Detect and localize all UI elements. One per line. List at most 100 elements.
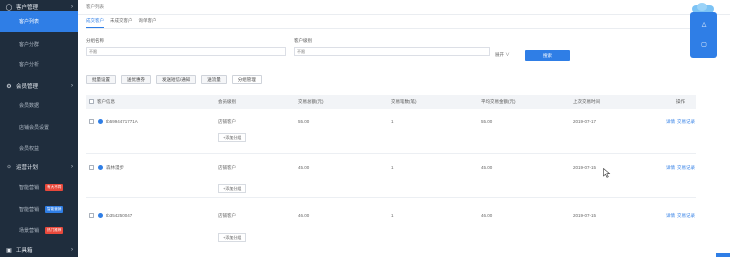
total-amount: 45.00 [298, 165, 310, 170]
sidebar-item-strategy[interactable]: 场景营销 热门推荐 [0, 220, 78, 241]
customer-name: tb5994471771A [106, 119, 138, 124]
trade-record-link[interactable]: 交易记录 [677, 213, 695, 219]
sidebar-item-label: 客户列表 [19, 19, 40, 25]
sidebar-item-label: 智能营销 [19, 185, 40, 191]
column-header: 交易笔数(笔) [391, 99, 417, 104]
customer-name: 森林漫步 [106, 165, 124, 170]
tab-closed-customers[interactable]: 成交客户 [86, 18, 104, 28]
detail-link[interactable]: 详情 [666, 213, 675, 219]
avatar [98, 165, 103, 170]
group-filter-input[interactable] [86, 47, 286, 56]
tab-bar: 成交客户 未成交客户 询单客户 [86, 18, 157, 28]
sidebar-item-label: 客户分析 [19, 62, 40, 68]
send-coupon-button[interactable]: 送优惠券 [121, 75, 151, 84]
add-group-button[interactable]: +添加分组 [218, 233, 247, 242]
row-checkbox[interactable] [89, 213, 94, 218]
sidebar-group-label: 运营计划 [16, 165, 39, 171]
column-header: 上次交易时间 [573, 99, 600, 104]
status-badge: 有大不同 [45, 184, 64, 191]
sidebar-item-auto-campaign[interactable]: 智能营销 智能营销 [0, 199, 78, 220]
sidebar-item-member-rights[interactable]: 会员权益 [0, 138, 78, 159]
column-header: 交易总额(元) [298, 99, 324, 104]
tab-inquiry-customers[interactable]: 询单客户 [139, 18, 157, 28]
trade-count: 1 [391, 119, 394, 124]
trade-record-link[interactable]: 交易记录 [677, 119, 695, 125]
toolbox-icon: ▣ [6, 247, 12, 254]
add-group-button[interactable]: +添加分组 [218, 184, 247, 193]
last-trade-time: 2019-07-15 [573, 165, 597, 170]
breadcrumb: 客户列表 [86, 4, 104, 9]
divider [86, 28, 694, 29]
send-sms-button[interactable]: 发送短信/通知 [156, 75, 197, 84]
chevron-right-icon: › [71, 247, 73, 253]
floating-toolbar: △ ▢ [690, 12, 717, 58]
sidebar-group-label: 工具箱 [16, 248, 33, 254]
sidebar-group-label: 会员管理 [16, 84, 39, 90]
mouse-cursor-icon [603, 168, 611, 178]
message-icon[interactable]: ▢ [700, 41, 708, 48]
expand-label: 展开 [495, 52, 504, 57]
chevron-right-icon: › [71, 164, 73, 170]
customer-name: tb354250047 [106, 213, 133, 218]
trade-record-link[interactable]: 交易记录 [677, 165, 695, 171]
table-header: 客户信息 会员级别 交易总额(元) 交易笔数(笔) 平均交易金额(元) 上次交易… [86, 95, 696, 109]
main-content: 客户列表 成交客户 未成交客户 询单客户 分组名称 客户级别 展开 ∨ 搜索 批… [78, 0, 730, 257]
select-all-checkbox[interactable] [89, 99, 94, 104]
avatar [98, 213, 103, 218]
last-trade-time: 2019-07-17 [573, 119, 597, 124]
total-amount: 55.00 [298, 119, 310, 124]
chevron-right-icon: › [71, 83, 73, 89]
chevron-down-icon: ∨ [505, 52, 510, 57]
sidebar-item-smart-plan[interactable]: 智能营销 有大不同 [0, 177, 78, 198]
status-badge: 热门推荐 [45, 227, 64, 234]
level-filter-input[interactable] [294, 47, 490, 56]
bulb-icon: ☼ [6, 164, 12, 170]
sidebar-item-customer-analysis[interactable]: 客户分析 [0, 54, 78, 75]
column-header: 客户信息 [97, 99, 115, 104]
customer-icon: ◯ [5, 4, 13, 11]
sidebar-item-label: 会员权益 [19, 146, 40, 152]
sidebar-item-member-benefits[interactable]: 店铺会员设置 [0, 117, 78, 138]
group-manage-button[interactable]: 分组管理 [231, 75, 262, 84]
chevron-right-icon: › [71, 4, 73, 10]
member-level: 店铺客户 [218, 165, 236, 170]
batch-set-button[interactable]: 批量设置 [86, 75, 116, 84]
send-traffic-button[interactable]: 送流量 [201, 75, 227, 84]
member-level: 店铺客户 [218, 213, 236, 218]
trade-count: 1 [391, 165, 394, 170]
sidebar-group-tools[interactable]: ▣ 工具箱 › [0, 243, 78, 257]
column-header: 会员级别 [218, 99, 236, 104]
sidebar-item-label: 场景营销 [19, 228, 40, 234]
toolbar: 批量设置 送优惠券 发送短信/通知 送流量 分组管理 [86, 75, 262, 84]
avg-amount: 55.00 [481, 119, 493, 124]
corner-marker [716, 253, 730, 257]
table-row: tb5994471771A 店铺客户 55.00 1 55.00 2019-07… [86, 111, 696, 154]
detail-link[interactable]: 详情 [666, 119, 675, 125]
avg-amount: 46.00 [481, 213, 493, 218]
column-header: 平均交易金额(元) [481, 99, 516, 104]
sidebar-group-ops[interactable]: ☼ 运营计划 › [0, 160, 78, 174]
bell-icon[interactable]: △ [700, 21, 708, 28]
sidebar-item-customer-segment[interactable]: 客户分群 [0, 34, 78, 55]
row-checkbox[interactable] [89, 119, 94, 124]
row-checkbox[interactable] [89, 165, 94, 170]
sidebar-group-label: 客户管理 [16, 5, 39, 11]
trade-count: 1 [391, 213, 394, 218]
sidebar-item-label: 店铺会员设置 [19, 125, 50, 131]
search-button[interactable]: 搜索 [525, 50, 570, 61]
level-filter-label: 客户级别 [294, 38, 312, 43]
expand-filters-toggle[interactable]: 展开 ∨ [495, 52, 510, 58]
tab-unclosed-customers[interactable]: 未成交客户 [110, 18, 133, 28]
avatar [98, 119, 103, 124]
sidebar: ◯ 客户管理 › 客户列表 客户分群 客户分析 ⚙ 会员管理 › 会员数据 店铺… [0, 0, 78, 257]
last-trade-time: 2019-07-15 [573, 213, 597, 218]
detail-link[interactable]: 详情 [666, 165, 675, 171]
sidebar-item-customer-list[interactable]: 客户列表 [0, 11, 78, 32]
add-group-button[interactable]: +添加分组 [218, 133, 247, 142]
status-badge: 智能营销 [45, 206, 64, 213]
sidebar-item-member-data[interactable]: 会员数据 [0, 95, 78, 116]
sidebar-group-member[interactable]: ⚙ 会员管理 › [0, 79, 78, 93]
member-level: 店铺客户 [218, 119, 236, 124]
total-amount: 46.00 [298, 213, 310, 218]
sidebar-item-label: 智能营销 [19, 207, 40, 213]
